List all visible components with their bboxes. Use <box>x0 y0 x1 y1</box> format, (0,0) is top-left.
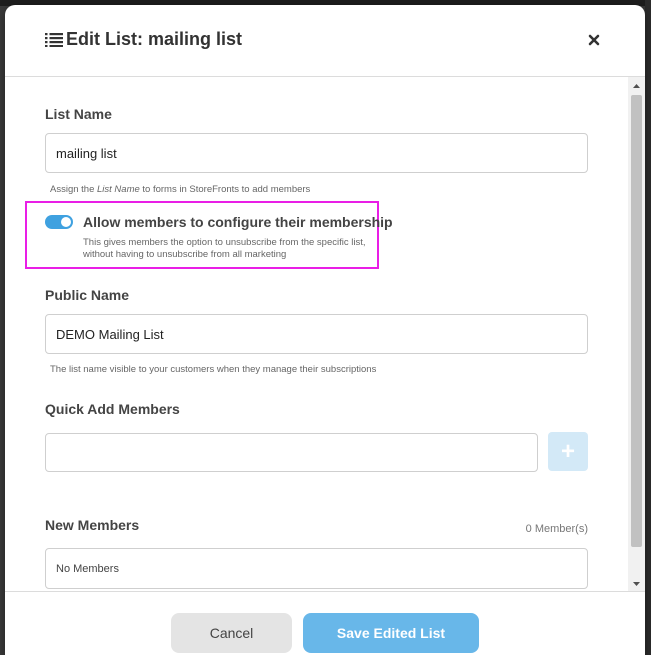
modal-header: Edit List: mailing list <box>5 5 645 77</box>
scroll-up-arrow-icon[interactable] <box>628 79 645 93</box>
no-members-text: No Members <box>56 563 119 575</box>
backdrop-right <box>645 0 651 655</box>
list-name-hint: Assign the List Name to forms in StoreFr… <box>50 184 310 195</box>
quick-add-label: Quick Add Members <box>45 401 180 417</box>
list-icon <box>45 33 63 47</box>
scroll-down-arrow-icon[interactable] <box>628 577 645 591</box>
plus-icon: + <box>560 438 575 465</box>
membership-toggle-description: This gives members the option to unsubsc… <box>83 237 366 260</box>
public-name-label: Public Name <box>45 287 130 303</box>
add-member-button[interactable]: + <box>548 432 588 471</box>
save-edited-list-button[interactable]: Save Edited List <box>303 613 479 653</box>
new-members-list: No Members <box>45 548 588 589</box>
list-name-label: List Name <box>45 106 112 122</box>
edit-list-modal: Edit List: mailing list List Name Assign… <box>5 5 645 655</box>
member-count: 0 Member(s) <box>525 523 588 535</box>
cancel-button[interactable]: Cancel <box>171 613 292 653</box>
modal-title: Edit List: mailing list <box>66 29 243 49</box>
membership-toggle-title: Allow members to configure their members… <box>83 214 393 230</box>
modal-body: List Name Assign the List Name to forms … <box>5 77 628 591</box>
new-members-label: New Members <box>45 517 140 533</box>
public-name-hint: The list name visible to your customers … <box>50 364 377 375</box>
list-name-hint-emphasis: List Name <box>97 184 140 195</box>
list-name-input[interactable] <box>45 133 588 173</box>
quick-add-input[interactable] <box>45 433 538 472</box>
toggle-knob <box>61 217 71 227</box>
list-name-hint-prefix: Assign the <box>50 184 97 195</box>
modal-footer: Cancel Save Edited List <box>5 591 645 655</box>
membership-toggle[interactable] <box>45 215 73 229</box>
vertical-scrollbar[interactable] <box>628 77 645 591</box>
list-name-hint-suffix: to forms in StoreFronts to add members <box>139 184 311 195</box>
scrollbar-thumb[interactable] <box>631 95 642 547</box>
close-icon[interactable] <box>585 31 603 49</box>
public-name-input[interactable] <box>45 314 588 354</box>
